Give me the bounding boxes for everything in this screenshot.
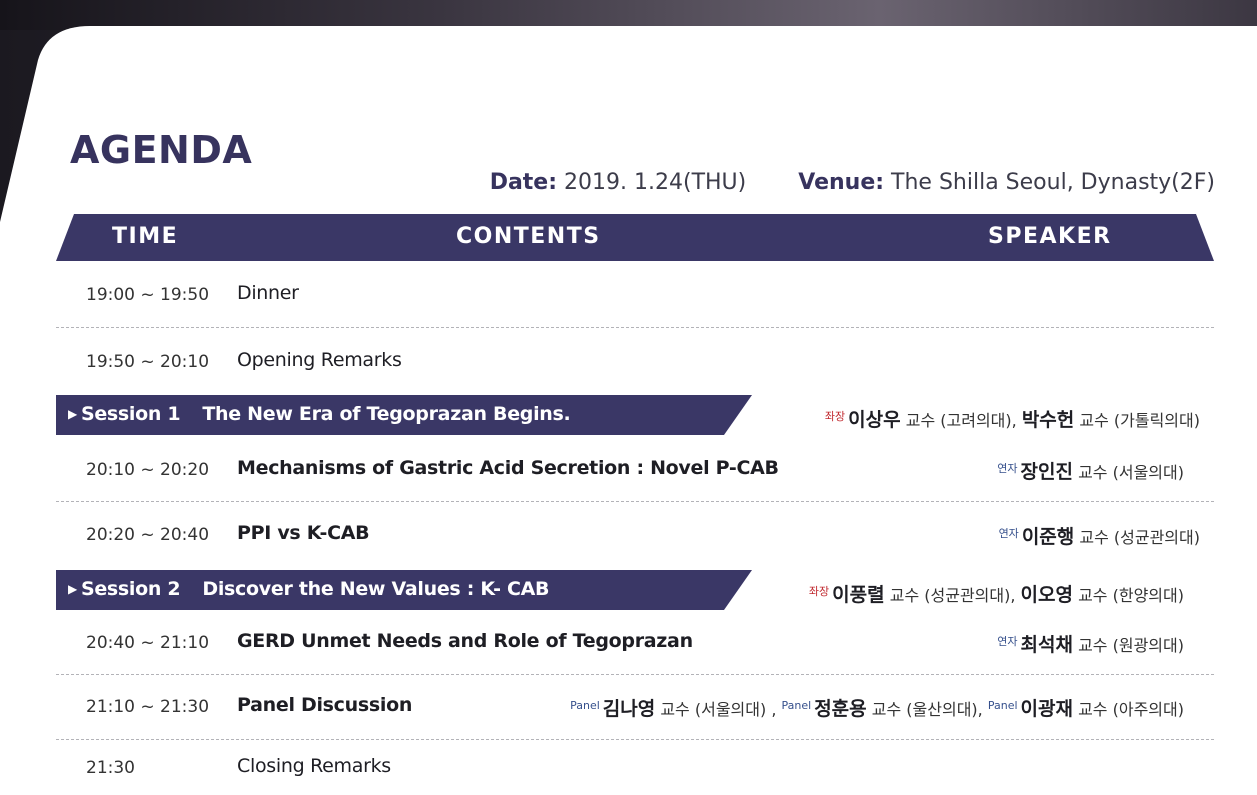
chair-name: 이오영 xyxy=(1020,584,1073,606)
row-content: Opening Remarks xyxy=(237,349,402,371)
speaker-role-label: 연자 xyxy=(997,462,1018,475)
panel-role-label: Panel xyxy=(781,699,812,712)
panelist-affiliation: (서울의대) xyxy=(694,700,767,719)
speaker-affiliation: (원광의대) xyxy=(1112,636,1184,655)
row-speaker: 연자 최석채 교수 (원광의대) xyxy=(997,634,1184,656)
date-label: Date: xyxy=(489,170,558,195)
chair-role-label: 좌장 xyxy=(824,410,846,423)
row-divider xyxy=(56,327,1214,328)
play-arrow-icon: ▶ xyxy=(68,582,77,596)
chair-affiliation: (가톨릭의대) xyxy=(1113,411,1200,430)
column-time: TIME xyxy=(112,224,179,249)
chair-name: 박수헌 xyxy=(1021,409,1075,431)
panelist-affiliation: (울산의대), xyxy=(906,700,983,719)
session-number: Session 2 xyxy=(80,578,181,600)
panelist-name: 이광재 xyxy=(1020,698,1073,720)
speaker-affiliation: (성균관의대) xyxy=(1113,528,1200,547)
row-content: Mechanisms of Gastric Acid Secretion : N… xyxy=(237,457,779,479)
row-time: 20:20 ~ 20:40 xyxy=(86,525,210,545)
speaker-name: 장인진 xyxy=(1020,461,1073,483)
session-number: Session 1 xyxy=(80,403,181,425)
row-divider xyxy=(56,501,1214,502)
session-title: ▶ Session 2 Discover the New Values : K- C… xyxy=(68,578,550,600)
chair-affiliation: (한양의대) xyxy=(1112,586,1184,605)
event-info: Date: 2019. 1.24(THU) Venue: The Shilla … xyxy=(490,170,1215,195)
panel-role-label: Panel xyxy=(987,699,1018,712)
row-content: Closing Remarks xyxy=(237,755,391,777)
chair-name: 이상우 xyxy=(848,409,901,431)
row-content: Panel Discussion xyxy=(237,694,413,716)
session-chairs: 좌장 이상우 교수 (고려의대), 박수헌 교수 (가톨릭의대) xyxy=(824,409,1200,431)
page-title: AGENDA xyxy=(70,128,253,172)
row-time: 20:10 ~ 20:20 xyxy=(86,460,210,480)
row-content: Dinner xyxy=(237,282,299,304)
date-value: 2019. 1.24(THU) xyxy=(564,170,747,195)
panel-role-label: Panel xyxy=(570,699,600,712)
venue-value: The Shilla Seoul, Dynasty(2F) xyxy=(891,170,1215,195)
chair-affiliation: (성균관의대), xyxy=(924,586,1016,605)
session-name: The New Era of Tegoprazan Begins. xyxy=(202,403,571,425)
speaker-name: 최석채 xyxy=(1020,634,1073,656)
row-time: 19:50 ~ 20:10 xyxy=(86,352,210,372)
session-2-bar: ▶ Session 2 Discover the New Values : K- C… xyxy=(56,570,1214,610)
agenda-page: AGENDA Date: 2019. 1.24(THU) Venue: The … xyxy=(0,0,1257,795)
row-divider xyxy=(56,739,1214,740)
chair-affiliation: (고려의대), xyxy=(940,411,1017,430)
session-title: ▶ Session 1 The New Era of Tegoprazan Begi… xyxy=(68,403,571,425)
session-name: Discover the New Values : K- CAB xyxy=(202,578,550,600)
play-arrow-icon: ▶ xyxy=(68,407,77,421)
column-contents: CONTENTS xyxy=(456,224,601,249)
panelist-name: 정훈용 xyxy=(814,698,867,720)
row-content: PPI vs K-CAB xyxy=(237,522,370,544)
row-divider xyxy=(56,674,1214,675)
venue-label: Venue: xyxy=(798,170,885,195)
column-speaker: SPEAKER xyxy=(988,224,1112,249)
panelist-affiliation: (아주의대) xyxy=(1112,700,1184,719)
table-header: TIME CONTENTS SPEAKER xyxy=(56,214,1214,261)
row-time: 19:00 ~ 19:50 xyxy=(86,285,210,305)
row-time: 21:10 ~ 21:30 xyxy=(86,697,210,717)
speaker-name: 이준행 xyxy=(1021,526,1075,548)
row-panelists: Panel 김나영 교수 (서울의대) , Panel 정훈용 교수 (울산의대),… xyxy=(570,698,1184,720)
session-chairs: 좌장 이풍렬 교수 (성균관의대), 이오영 교수 (한양의대) xyxy=(808,584,1184,606)
panelist-name: 김나영 xyxy=(602,698,656,720)
speaker-role-label: 연자 xyxy=(997,635,1018,648)
chair-name: 이풍렬 xyxy=(832,584,885,606)
speaker-affiliation: (서울의대) xyxy=(1112,463,1184,482)
row-time: 21:30 xyxy=(86,758,135,778)
row-speaker: 연자 이준행 교수 (성균관의대) xyxy=(998,526,1200,548)
chair-role-label: 좌장 xyxy=(808,585,830,598)
row-speaker: 연자 장인진 교수 (서울의대) xyxy=(997,461,1184,483)
session-1-bar: ▶ Session 1 The New Era of Tegoprazan Begi… xyxy=(56,395,1214,435)
speaker-role-label: 연자 xyxy=(998,527,1019,540)
row-content: GERD Unmet Needs and Role of Tegoprazan xyxy=(237,630,693,652)
row-time: 20:40 ~ 21:10 xyxy=(86,633,210,653)
